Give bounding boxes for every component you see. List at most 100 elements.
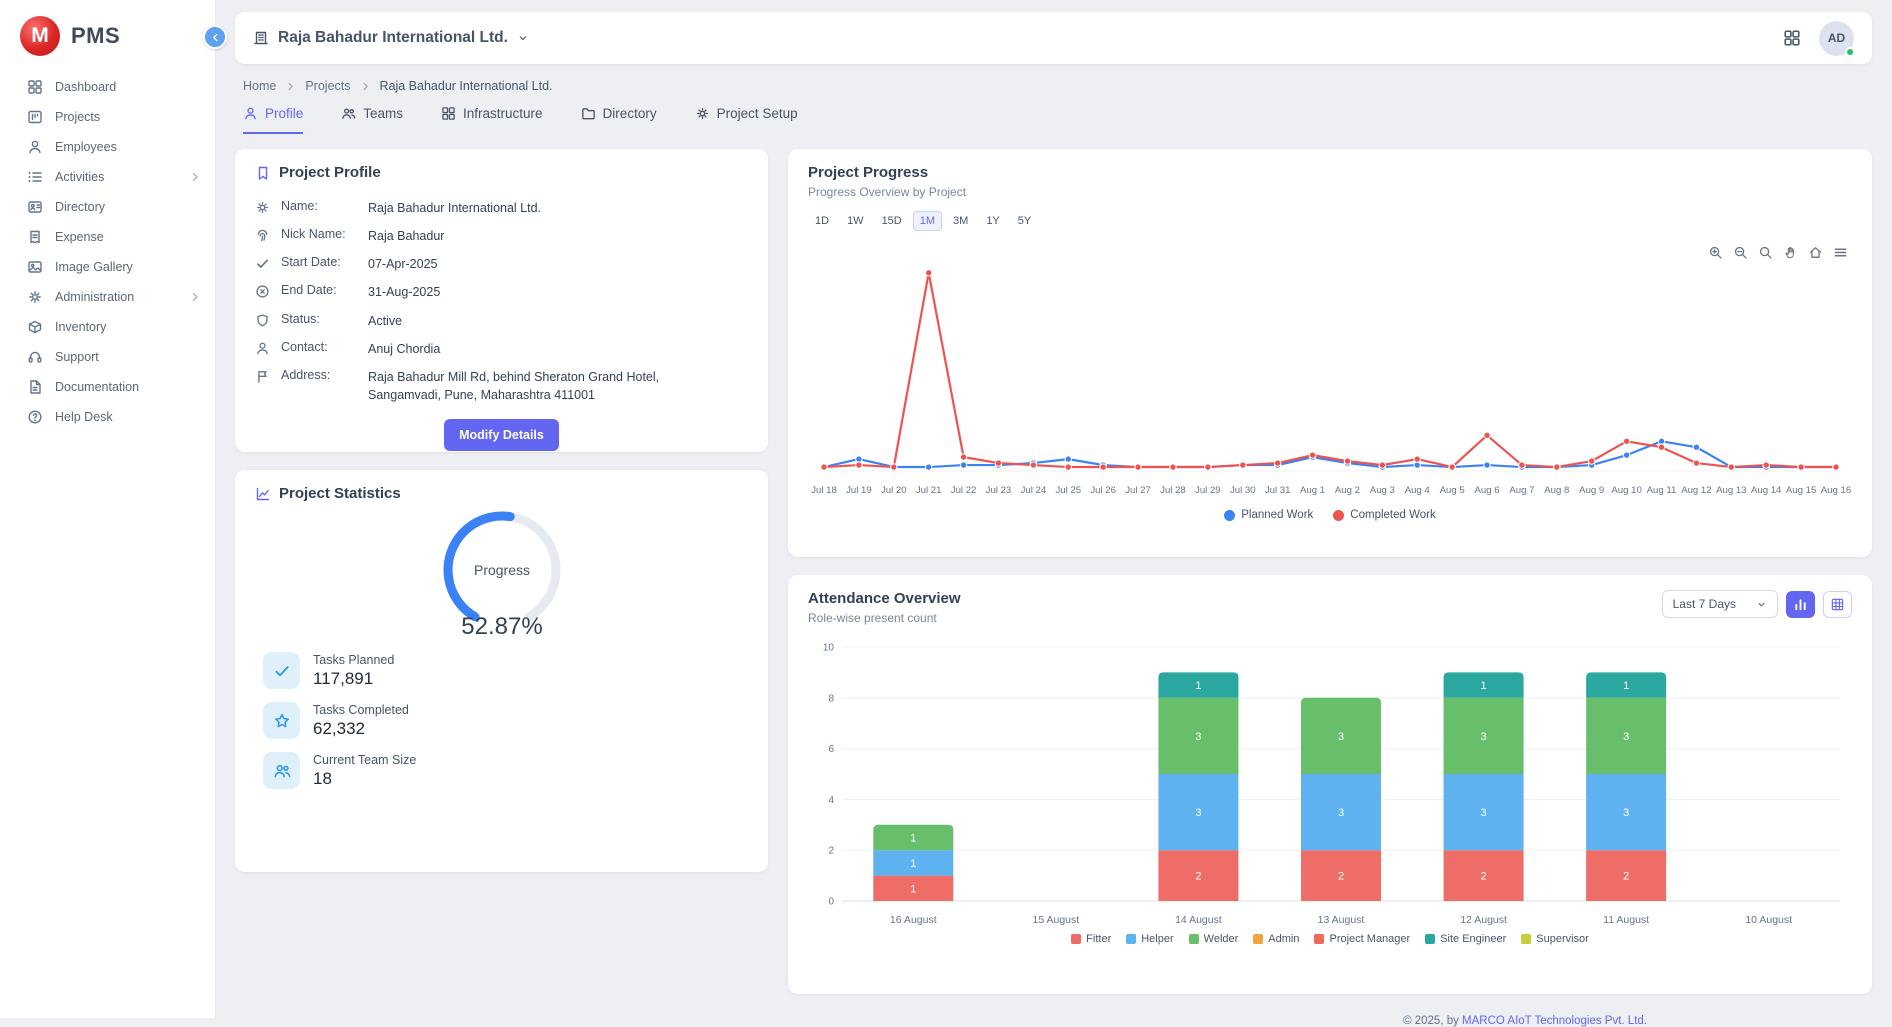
table-view-toggle[interactable] [1823, 591, 1852, 618]
range-3m-button[interactable]: 3M [946, 211, 975, 231]
field-nick-name: Nick Name: Raja Bahadur [255, 222, 748, 250]
x-circle-icon [255, 284, 270, 299]
chart-view-toggle[interactable] [1786, 591, 1815, 618]
footer-link[interactable]: MARCO AIoT Technologies Pvt. Ltd. [1462, 1015, 1647, 1027]
topbar-right: AD [1783, 21, 1854, 56]
legend-label: Project Manager [1329, 933, 1410, 945]
svg-text:Aug 13: Aug 13 [1716, 485, 1746, 496]
attendance-chart[interactable]: 024681016 August11115 August14 August233… [808, 631, 1852, 931]
zoom-in-icon[interactable] [1708, 245, 1723, 260]
box-icon [27, 319, 43, 335]
selection-zoom-icon[interactable] [1758, 245, 1773, 260]
footer: © 2025, by MARCO AIoT Technologies Pvt. … [788, 1012, 1872, 1027]
sidebar-item-label: Activities [55, 170, 104, 184]
svg-text:Jul 31: Jul 31 [1265, 485, 1291, 496]
person-icon [255, 341, 270, 356]
svg-text:Aug 4: Aug 4 [1405, 485, 1431, 496]
tab-label: Directory [603, 106, 657, 121]
legend-project-manager[interactable]: Project Manager [1314, 933, 1410, 945]
project-progress-chart[interactable]: Jul 18Jul 19Jul 20Jul 21Jul 22Jul 23Jul … [808, 235, 1852, 507]
attendance-overview-card: Attendance Overview Role-wise present co… [788, 575, 1872, 994]
profile-fields: Name: Raja Bahadur International Ltd. Ni… [255, 194, 748, 409]
legend-supervisor[interactable]: Supervisor [1521, 933, 1589, 945]
svg-text:Aug 6: Aug 6 [1474, 485, 1499, 496]
chevron-left-icon [210, 32, 221, 43]
sidebar-item-administration[interactable]: Administration [0, 282, 215, 312]
svg-text:Aug 16: Aug 16 [1821, 485, 1851, 496]
legend-admin[interactable]: Admin [1253, 933, 1299, 945]
range-1d-button[interactable]: 1D [808, 211, 836, 231]
svg-text:3: 3 [1338, 807, 1344, 819]
legend-fitter[interactable]: Fitter [1071, 933, 1111, 945]
sidebar-item-projects[interactable]: Projects [0, 102, 215, 132]
range-15d-button[interactable]: 15D [875, 211, 909, 231]
date-range-dropdown[interactable]: Last 7 Days [1662, 590, 1778, 618]
modify-details-button[interactable]: Modify Details [444, 419, 559, 451]
project-statistics-card: Project Statistics Progress 52.87% Tasks [235, 470, 768, 872]
sidebar-item-documentation[interactable]: Documentation [0, 372, 215, 402]
tab-directory[interactable]: Directory [581, 106, 657, 134]
breadcrumb-projects[interactable]: Projects [305, 79, 350, 93]
stat-tasks-completed: Tasks Completed 62,332 [263, 702, 748, 739]
range-1m-button[interactable]: 1M [913, 211, 942, 231]
sidebar-item-dashboard[interactable]: Dashboard [0, 72, 215, 102]
range-1y-button[interactable]: 1Y [979, 211, 1006, 231]
chart-menu-icon[interactable] [1833, 245, 1848, 260]
apps-grid-icon[interactable] [1783, 29, 1801, 47]
tab-project-setup[interactable]: Project Setup [695, 106, 798, 134]
legend-welder[interactable]: Welder [1189, 933, 1239, 945]
sidebar-item-help-desk[interactable]: Help Desk [0, 402, 215, 432]
breadcrumb-home[interactable]: Home [243, 79, 276, 93]
sidebar-item-image-gallery[interactable]: Image Gallery [0, 252, 215, 282]
chevron-down-icon [517, 32, 529, 44]
legend-planned-work[interactable]: Planned Work [1224, 509, 1313, 521]
card-subtitle: Role-wise present count [808, 611, 961, 625]
tab-profile[interactable]: Profile [243, 106, 303, 134]
gear-icon [27, 289, 43, 305]
content: Project Profile Name: Raja Bahadur Inter… [235, 149, 1872, 1027]
range-5y-button[interactable]: 5Y [1011, 211, 1038, 231]
svg-text:3: 3 [1481, 731, 1487, 743]
dashboard-icon [27, 79, 43, 95]
reset-zoom-icon[interactable] [1808, 245, 1823, 260]
sidebar-item-employees[interactable]: Employees [0, 132, 215, 162]
topbar: Raja Bahadur International Ltd. AD [235, 12, 1872, 64]
image-icon [27, 259, 43, 275]
id-card-icon [27, 199, 43, 215]
tab-infrastructure[interactable]: Infrastructure [441, 106, 543, 134]
app-logo[interactable]: M PMS [0, 0, 215, 68]
chevron-right-icon [360, 81, 371, 92]
sidebar-item-expense[interactable]: Expense [0, 222, 215, 252]
svg-text:1: 1 [910, 858, 916, 870]
projects-icon [27, 109, 43, 125]
svg-text:13 August: 13 August [1318, 914, 1365, 926]
svg-text:Jul 27: Jul 27 [1125, 485, 1151, 496]
stat-value: 62,332 [313, 719, 409, 739]
sidebar-item-label: Dashboard [55, 80, 116, 94]
range-1w-button[interactable]: 1W [840, 211, 871, 231]
card-title: Project Profile [279, 164, 381, 181]
sidebar-item-directory[interactable]: Directory [0, 192, 215, 222]
legend-helper[interactable]: Helper [1126, 933, 1173, 945]
legend-label: Supervisor [1536, 933, 1589, 945]
legend-completed-work[interactable]: Completed Work [1333, 509, 1435, 521]
svg-text:Aug 14: Aug 14 [1751, 485, 1782, 496]
tab-teams[interactable]: Teams [341, 106, 403, 134]
pan-icon[interactable] [1783, 245, 1798, 260]
stat-current-team-size: Current Team Size 18 [263, 752, 748, 789]
stat-label: Tasks Completed [313, 703, 409, 717]
legend-site-engineer[interactable]: Site Engineer [1425, 933, 1506, 945]
folder-icon [581, 106, 596, 121]
sidebar-item-inventory[interactable]: Inventory [0, 312, 215, 342]
company-selector[interactable]: Raja Bahadur International Ltd. [253, 29, 529, 47]
avatar[interactable]: AD [1819, 21, 1854, 56]
zoom-out-icon[interactable] [1733, 245, 1748, 260]
sidebar: M PMS Dashboard Projects Employees Activ… [0, 0, 215, 1018]
sidebar-item-support[interactable]: Support [0, 342, 215, 372]
sidebar-item-label: Directory [55, 200, 105, 214]
svg-text:10 August: 10 August [1745, 914, 1792, 926]
sidebar-item-activities[interactable]: Activities [0, 162, 215, 192]
svg-text:2: 2 [1195, 871, 1201, 883]
svg-text:Aug 11: Aug 11 [1647, 485, 1677, 496]
sidebar-collapse-button[interactable] [203, 25, 227, 49]
